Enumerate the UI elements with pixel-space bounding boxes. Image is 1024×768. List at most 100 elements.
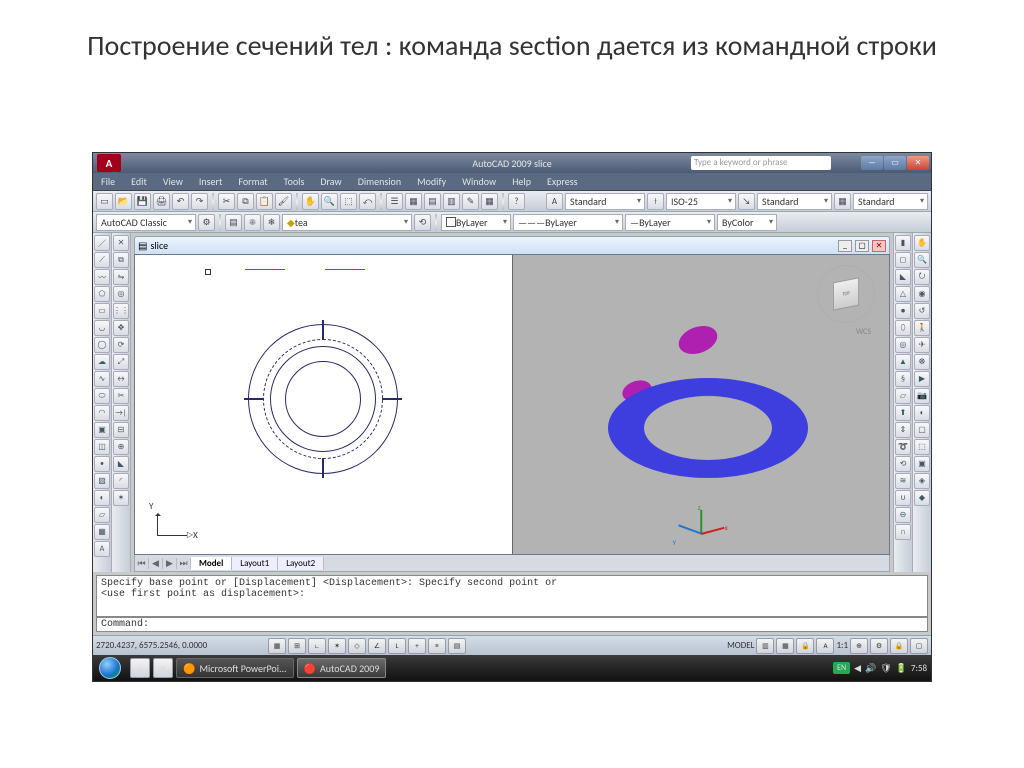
view-cube[interactable]: TOP [817, 265, 875, 323]
doc-minimize-button[interactable]: _ [838, 240, 852, 252]
point-icon[interactable]: • [94, 456, 110, 472]
table-style-select[interactable]: Standard [853, 193, 928, 210]
pline-icon[interactable]: 〰 [94, 269, 110, 285]
lineweight-select[interactable]: — ByLayer [625, 214, 715, 231]
rectangle-icon[interactable]: ▭ [94, 303, 110, 319]
showmotion-icon[interactable]: ▶ [914, 371, 930, 387]
break-icon[interactable]: ⊟ [113, 422, 129, 438]
trim-icon[interactable]: ✂ [113, 388, 129, 404]
union-icon[interactable]: ∪ [895, 490, 911, 506]
tab-layout1[interactable]: Layout1 [232, 557, 278, 570]
circle-icon[interactable]: ◯ [94, 337, 110, 353]
menu-format[interactable]: Format [230, 175, 275, 188]
torus-icon[interactable]: ◎ [895, 337, 911, 353]
coordinates-readout[interactable]: 2720.4237, 6575.2546, 0.0000 [96, 640, 266, 651]
linetype-select[interactable]: ——— ByLayer [513, 214, 623, 231]
tab-next-icon[interactable]: ▶ [163, 558, 177, 569]
chamfer-icon[interactable]: ◣ [113, 456, 129, 472]
start-button[interactable] [93, 655, 127, 681]
toolbar-lock-icon[interactable]: 🔒 [890, 638, 908, 654]
intersect-icon[interactable]: ∩ [895, 524, 911, 540]
3d-wire-icon[interactable]: ⬚ [914, 439, 930, 455]
loft-icon[interactable]: ≋ [895, 473, 911, 489]
otrack-toggle[interactable]: ∠ [368, 638, 386, 654]
markup-icon[interactable]: ✎ [462, 193, 479, 210]
mleader-style-select[interactable]: Standard [757, 193, 832, 210]
clean-screen-icon[interactable]: ▢ [910, 638, 928, 654]
extend-icon[interactable]: →| [113, 405, 129, 421]
doc-maximize-button[interactable]: ▢ [855, 240, 869, 252]
dim-icon[interactable]: ⟊ [647, 193, 664, 210]
quick-launch-explorer-icon[interactable]: ▣ [153, 658, 173, 678]
annotation-scale-icon[interactable]: 🔒 [796, 638, 814, 654]
sheet-set-icon[interactable]: ▥ [443, 193, 460, 210]
menu-window[interactable]: Window [454, 175, 504, 188]
properties-icon[interactable]: ☰ [386, 193, 403, 210]
workspace-select[interactable]: AutoCAD Classic [96, 214, 196, 231]
planar-icon[interactable]: ▱ [895, 388, 911, 404]
offset-icon[interactable]: ◎ [113, 286, 129, 302]
plotstyle-select[interactable]: ByColor [717, 214, 777, 231]
polysolid-icon[interactable]: ▮ [895, 235, 911, 251]
color-select[interactable]: ByLayer [441, 214, 511, 231]
xline-icon[interactable]: ⟋ [94, 252, 110, 268]
arc-icon[interactable]: ◡ [94, 320, 110, 336]
osnap-toggle[interactable]: ◇ [348, 638, 366, 654]
window-close-button[interactable]: ✕ [907, 156, 929, 170]
hatch-icon[interactable]: ▨ [94, 473, 110, 489]
steering-wheel-icon[interactable]: ☸ [914, 354, 930, 370]
undo-icon[interactable]: ↶ [172, 193, 189, 210]
menu-help[interactable]: Help [504, 175, 539, 188]
menu-insert[interactable]: Insert [191, 175, 231, 188]
insert-block-icon[interactable]: ▣ [94, 422, 110, 438]
clock[interactable]: 7:58 [911, 663, 927, 674]
camera-icon[interactable]: 📷 [914, 388, 930, 404]
lwt-toggle[interactable]: ≡ [428, 638, 446, 654]
region-icon[interactable]: ▱ [94, 507, 110, 523]
visual-style-icon[interactable]: ◐ [914, 405, 930, 421]
quick-launch-ie-icon[interactable]: e [130, 658, 150, 678]
save-icon[interactable]: 💾 [134, 193, 151, 210]
tray-battery-icon[interactable]: 🔋 [896, 663, 907, 674]
hidden-icon[interactable]: ▣ [914, 456, 930, 472]
new-icon[interactable]: ▭ [96, 193, 113, 210]
revolve-icon[interactable]: ⟲ [895, 456, 911, 472]
cut-icon[interactable]: ✂ [218, 193, 235, 210]
stretch-icon[interactable]: ↔ [113, 371, 129, 387]
matchprop-icon[interactable]: 🖌 [275, 193, 292, 210]
dim-style-select[interactable]: ISO-25 [666, 193, 736, 210]
zoom-prev-icon[interactable]: ⤺ [359, 193, 376, 210]
menu-edit[interactable]: Edit [123, 175, 155, 188]
workspace-switch-icon[interactable]: ⚙ [870, 638, 888, 654]
sweep-icon[interactable]: ➰ [895, 439, 911, 455]
text-style-select[interactable]: Standard [565, 193, 645, 210]
help-icon[interactable]: ? [508, 193, 525, 210]
snap-toggle[interactable]: ▦ [268, 638, 286, 654]
scale-readout[interactable]: 1:1 [836, 640, 848, 651]
box-icon[interactable]: ◻ [895, 252, 911, 268]
ellipse-icon[interactable]: ⬭ [94, 388, 110, 404]
copy-icon[interactable]: ⧉ [237, 193, 254, 210]
annoscale-icon[interactable]: A [816, 638, 834, 654]
orbit-icon[interactable]: ⭮ [914, 269, 930, 285]
layer-freeze-icon[interactable]: ❄ [263, 214, 280, 231]
tool-palettes-icon[interactable]: ▤ [424, 193, 441, 210]
qp-toggle[interactable]: ▤ [448, 638, 466, 654]
tab-last-icon[interactable]: ⏭ [177, 558, 191, 569]
redo-icon[interactable]: ↷ [191, 193, 208, 210]
helix-icon[interactable]: § [895, 371, 911, 387]
tray-shield-icon[interactable]: 🛡 [880, 663, 891, 674]
layer-prop-icon[interactable]: ▤ [225, 214, 242, 231]
subtract-icon[interactable]: ⊖ [895, 507, 911, 523]
move-icon[interactable]: ✥ [113, 320, 129, 336]
explode-icon[interactable]: ✶ [113, 490, 129, 506]
plot-icon[interactable]: 🖨 [153, 193, 170, 210]
realistic-icon[interactable]: ◈ [914, 473, 930, 489]
workspace-settings-icon[interactable]: ⚙ [198, 214, 215, 231]
cylinder-icon[interactable]: ⬯ [895, 320, 911, 336]
3d-pan-icon[interactable]: ✋ [914, 235, 930, 251]
copy-obj-icon[interactable]: ⧉ [113, 252, 129, 268]
annotation-icon[interactable]: A [546, 193, 563, 210]
doc-close-button[interactable]: ✕ [872, 240, 886, 252]
presspull-icon[interactable]: ⇕ [895, 422, 911, 438]
